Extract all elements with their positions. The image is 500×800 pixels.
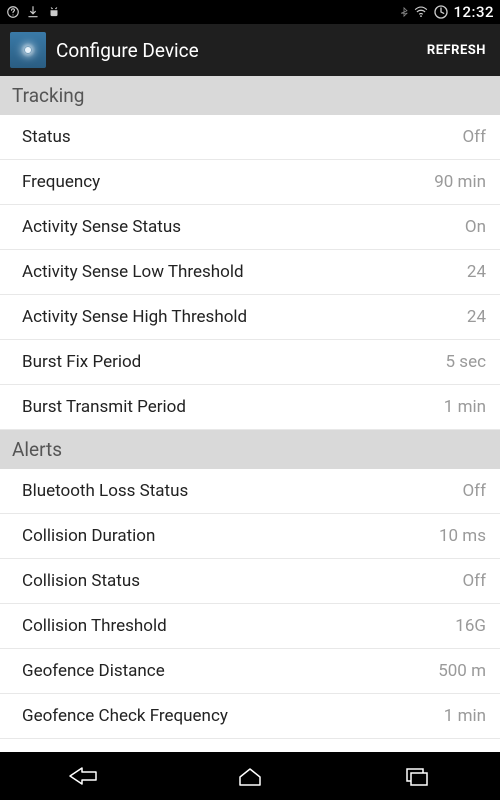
setting-value: Off — [462, 571, 486, 591]
download-icon — [26, 5, 40, 19]
settings-list[interactable]: Tracking Status Off Frequency 90 min Act… — [0, 76, 500, 752]
setting-label: Collision Status — [22, 571, 140, 591]
setting-frequency[interactable]: Frequency 90 min — [0, 160, 500, 205]
setting-label: Frequency — [22, 172, 100, 192]
setting-value: 10 ms — [439, 526, 486, 546]
setting-collision-status[interactable]: Collision Status Off — [0, 559, 500, 604]
nav-bar — [0, 752, 500, 800]
wifi-icon — [413, 5, 429, 19]
setting-collision-duration[interactable]: Collision Duration 10 ms — [0, 514, 500, 559]
recent-button[interactable] — [377, 752, 457, 800]
help-icon — [6, 5, 20, 19]
setting-label: Burst Transmit Period — [22, 397, 186, 417]
setting-value: Off — [462, 127, 486, 147]
setting-label: Activity Sense Low Threshold — [22, 262, 244, 282]
setting-activity-sense-low[interactable]: Activity Sense Low Threshold 24 — [0, 250, 500, 295]
setting-collision-threshold[interactable]: Collision Threshold 16G — [0, 604, 500, 649]
app-icon[interactable] — [10, 32, 46, 68]
setting-value: 16G — [455, 616, 486, 636]
bluetooth-icon — [399, 4, 409, 20]
setting-value: Off — [462, 481, 486, 501]
section-header-alerts: Alerts — [0, 430, 500, 469]
setting-label: Activity Sense Status — [22, 217, 181, 237]
status-right: 12:32 — [399, 3, 494, 21]
setting-geofence-status[interactable]: Geofence Status Off — [0, 739, 500, 752]
setting-activity-sense-status[interactable]: Activity Sense Status On — [0, 205, 500, 250]
setting-value: On — [465, 217, 486, 237]
setting-value: 90 min — [434, 172, 486, 192]
setting-value: 1 min — [444, 706, 486, 726]
setting-value: 24 — [467, 262, 486, 282]
setting-bluetooth-loss[interactable]: Bluetooth Loss Status Off — [0, 469, 500, 514]
setting-label: Geofence Check Frequency — [22, 706, 228, 726]
setting-label: Activity Sense High Threshold — [22, 307, 247, 327]
setting-geofence-check-freq[interactable]: Geofence Check Frequency 1 min — [0, 694, 500, 739]
setting-label: Collision Duration — [22, 526, 155, 546]
refresh-button[interactable]: REFRESH — [423, 35, 490, 66]
setting-activity-sense-high[interactable]: Activity Sense High Threshold 24 — [0, 295, 500, 340]
setting-label: Status — [22, 127, 71, 147]
setting-tracking-status[interactable]: Status Off — [0, 115, 500, 160]
page-title: Configure Device — [56, 39, 413, 62]
back-button[interactable] — [43, 752, 123, 800]
setting-geofence-distance[interactable]: Geofence Distance 500 m — [0, 649, 500, 694]
setting-burst-fix[interactable]: Burst Fix Period 5 sec — [0, 340, 500, 385]
setting-value: 500 m — [438, 661, 486, 681]
action-bar: Configure Device REFRESH — [0, 24, 500, 76]
setting-value: 1 min — [444, 397, 486, 417]
setting-value: 5 sec — [446, 352, 486, 372]
clock: 12:32 — [453, 3, 494, 21]
status-bar: 12:32 — [0, 0, 500, 24]
setting-burst-transmit[interactable]: Burst Transmit Period 1 min — [0, 385, 500, 430]
battery-icon — [433, 4, 449, 20]
android-icon — [46, 5, 62, 19]
setting-value: 24 — [467, 307, 486, 327]
setting-label: Geofence Distance — [22, 661, 165, 681]
status-left — [6, 5, 62, 19]
setting-label: Burst Fix Period — [22, 352, 141, 372]
setting-label: Collision Threshold — [22, 616, 167, 636]
section-header-tracking: Tracking — [0, 76, 500, 115]
setting-label: Bluetooth Loss Status — [22, 481, 188, 501]
home-button[interactable] — [210, 752, 290, 800]
